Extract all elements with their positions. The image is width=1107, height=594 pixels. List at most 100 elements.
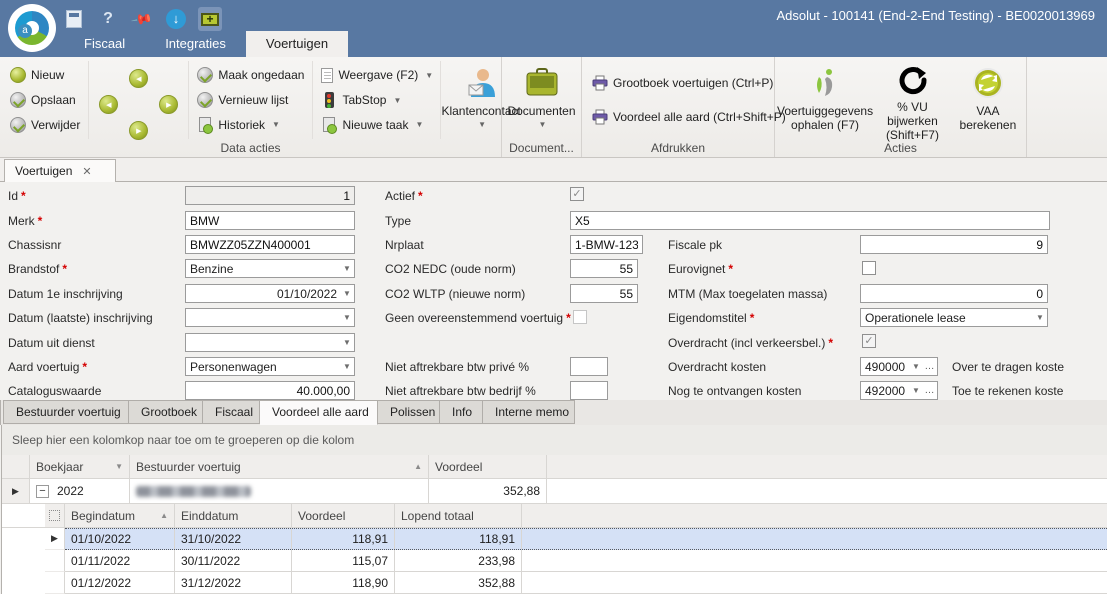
tab-info[interactable]: Info — [440, 400, 483, 424]
tab-fiscaal[interactable]: Fiscaal — [203, 400, 260, 424]
nav-previous-button[interactable]: ◀ — [129, 69, 148, 88]
btw-prive-field[interactable] — [570, 357, 608, 376]
nog-te-ontvangen-select[interactable]: 492000 ▼ … — [860, 381, 938, 400]
dropdown-arrow-icon[interactable]: ▼ — [340, 289, 354, 298]
vehicle-data-icon — [809, 65, 841, 101]
menu-tab-integraties[interactable]: Integraties — [145, 31, 246, 57]
dropdown-arrow-icon[interactable]: ▼ — [340, 362, 354, 371]
datum-laatste-select[interactable]: ▼ — [185, 308, 355, 327]
dropdown-arrow-icon[interactable]: ▼ — [909, 386, 923, 395]
nav-first-button[interactable]: ◀ — [99, 95, 118, 114]
download-icon[interactable]: ↓ — [164, 7, 188, 31]
grootboek-voertuigen-button[interactable]: Grootboek voertuigen (Ctrl+P) — [588, 70, 790, 96]
table-row[interactable]: 01/12/2022 31/12/2022 118,90 352,88 — [2, 572, 1107, 594]
historiek-button[interactable]: Historiek ▼ — [193, 112, 308, 137]
actief-checkbox: ✓ — [570, 187, 584, 201]
tab-voordeel-alle-aard[interactable]: Voordeel alle aard — [260, 400, 378, 425]
dropdown-arrow-icon[interactable]: ▼ — [340, 264, 354, 273]
mtm-field[interactable] — [860, 284, 1048, 303]
overdracht-kosten-select[interactable]: 490000 ▼ … — [860, 357, 938, 376]
eurovignet-checkbox[interactable] — [862, 261, 876, 275]
menu-tab-fiscaal[interactable]: Fiscaal — [64, 31, 145, 57]
eurovignet-label: Eurovignet* — [668, 262, 733, 276]
table-row[interactable]: 01/11/2022 30/11/2022 115,07 233,98 — [2, 550, 1107, 572]
datum-1e-label: Datum 1e inschrijving — [8, 287, 123, 301]
chassisnr-field[interactable] — [185, 235, 355, 254]
maak-ongedaan-button[interactable]: Maak ongedaan — [193, 63, 308, 88]
overdracht-kosten-suffix: Over te dragen koste — [952, 360, 1064, 374]
fiscale-pk-field[interactable] — [860, 235, 1048, 254]
checkmark-icon: ✓ — [864, 335, 873, 347]
weergave-button[interactable]: Weergave (F2) ▼ — [317, 63, 436, 88]
brandstof-select[interactable]: Benzine▼ — [185, 259, 355, 278]
tab-grootboek[interactable]: Grootboek — [129, 400, 203, 424]
voertuiggegevens-ophalen-button[interactable]: Voertuiggegevens ophalen (F7) — [777, 61, 873, 139]
filter-dropdown-icon[interactable]: ▼ — [115, 462, 123, 471]
eigendomstitel-select[interactable]: Operationele lease▼ — [860, 308, 1048, 327]
row-indicator: ▶ — [45, 528, 65, 550]
sort-asc-icon: ▲ — [414, 462, 422, 471]
datum-laatste-label: Datum (laatste) inschrijving — [8, 311, 153, 325]
nav-last-button[interactable]: ▶ — [159, 95, 178, 114]
ellipsis-button[interactable]: … — [923, 387, 937, 395]
tab-polissen[interactable]: Polissen — [378, 400, 440, 424]
lopend-totaal-cell: 118,91 — [395, 529, 522, 549]
ellipsis-button[interactable]: … — [923, 363, 937, 371]
documenten-button[interactable]: Documenten ▼ — [504, 61, 579, 139]
table-row[interactable]: ▶ 01/10/2022 31/10/2022 118,91 118,91 — [2, 528, 1107, 550]
group-by-panel[interactable]: Sleep hier een kolomkop naar toe om te g… — [1, 425, 1107, 455]
app-window: a ? 📌 ↓ + Adsolut - 100141 (End-2-End Te… — [0, 0, 1107, 594]
customer-contact-icon — [465, 65, 497, 101]
co2-nedc-field[interactable] — [570, 259, 638, 278]
adsolut-logo-icon[interactable]: a — [8, 4, 56, 52]
column-header-voordeel[interactable]: Voordeel — [429, 455, 547, 479]
nav-next-button[interactable]: ▶ — [129, 121, 148, 140]
nrplaat-field[interactable] — [570, 235, 643, 254]
select-all-icon — [49, 510, 60, 521]
datum-1e-select[interactable]: 01/10/2022▼ — [185, 284, 355, 303]
btw-bedrijf-field[interactable] — [570, 381, 608, 400]
column-header-sub-voordeel[interactable]: Voordeel — [292, 504, 395, 528]
verwijder-button[interactable]: Verwijder — [6, 112, 84, 137]
opslaan-button[interactable]: Opslaan — [6, 88, 84, 113]
co2-wltp-field[interactable] — [570, 284, 638, 303]
dropdown-arrow-icon[interactable]: ▼ — [340, 338, 354, 347]
cataloguswaarde-field[interactable] — [185, 381, 355, 400]
vaa-berekenen-button[interactable]: VAA berekenen — [952, 61, 1024, 139]
dropdown-arrow-icon[interactable]: ▼ — [909, 362, 923, 371]
nieuw-button[interactable]: Nieuw — [6, 63, 84, 88]
type-field[interactable] — [570, 211, 1050, 230]
calculate-refresh-icon — [971, 65, 1005, 101]
aard-voertuig-select[interactable]: Personenwagen▼ — [185, 357, 355, 376]
column-header-einddatum[interactable]: Einddatum — [175, 504, 292, 528]
vu-bijwerken-button[interactable]: % VU bijwerken (Shift+F7) — [873, 61, 952, 139]
nieuwe-taak-button[interactable]: Nieuwe taak ▼ — [317, 112, 436, 137]
column-header-bestuurder[interactable]: Bestuurder voertuig▲ — [130, 455, 429, 479]
vernieuw-lijst-button[interactable]: Vernieuw lijst — [193, 88, 308, 113]
tab-bestuurder-voertuig[interactable]: Bestuurder voertuig — [3, 400, 129, 424]
close-icon[interactable]: ✕ — [82, 165, 91, 178]
document-tab-voertuigen[interactable]: Voertuigen ✕ — [4, 159, 116, 182]
datum-uit-dienst-select[interactable]: ▼ — [185, 333, 355, 352]
voordeel-alle-aard-print-button[interactable]: Voordeel alle aard (Ctrl+Shift+P) — [588, 104, 790, 130]
merk-field[interactable] — [185, 211, 355, 230]
menu-tab-voertuigen[interactable]: Voertuigen — [246, 31, 348, 57]
column-header-lopend-totaal[interactable]: Lopend totaal — [395, 504, 522, 528]
indent-cell — [2, 572, 45, 594]
column-header-boekjaar[interactable]: Boekjaar▼ — [30, 455, 130, 479]
column-header-begindatum[interactable]: Begindatum▲ — [65, 504, 175, 528]
row-indicator — [45, 550, 65, 572]
help-icon[interactable]: ? — [96, 7, 120, 31]
geen-overeenstemmend-checkbox[interactable] — [573, 310, 587, 324]
subgrid-corner[interactable] — [45, 504, 65, 528]
pin-icon[interactable]: 📌 — [130, 7, 154, 31]
collapse-icon[interactable]: − — [36, 485, 49, 498]
dropdown-arrow-icon[interactable]: ▼ — [1033, 313, 1047, 322]
monitor-plus-icon[interactable]: + — [198, 7, 222, 31]
group-row-2022[interactable]: ▶ − 2022 352,88 — [2, 479, 1107, 504]
calculator-icon[interactable] — [62, 7, 86, 31]
refresh-list-icon — [197, 92, 213, 108]
tabstop-button[interactable]: TabStop ▼ — [317, 88, 436, 113]
dropdown-arrow-icon[interactable]: ▼ — [340, 313, 354, 322]
tab-interne-memo[interactable]: Interne memo — [483, 400, 575, 424]
